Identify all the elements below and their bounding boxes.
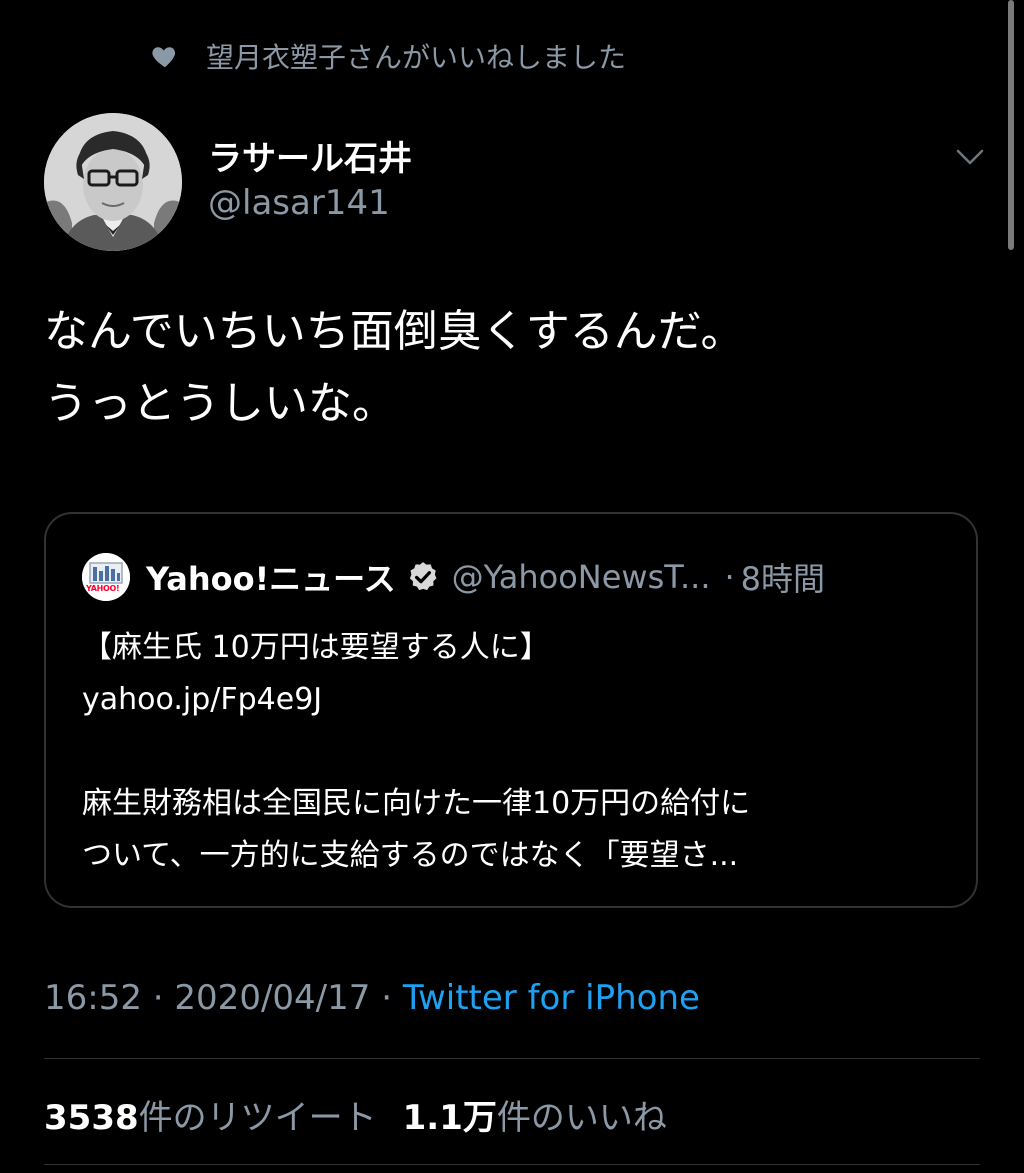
quoted-body-line: 麻生財務相は全国民に向けた一律10万円の給付に [82, 786, 751, 821]
yahoo-logo-text: YAHOO! [86, 584, 120, 593]
quoted-body-link[interactable]: yahoo.jp/Fp4e9J [82, 674, 952, 726]
scrollbar[interactable] [1008, 0, 1014, 250]
likes-label: 件のいいね [496, 1098, 667, 1138]
quoted-body-line [82, 726, 952, 778]
tweet-text: なんでいちいち面倒臭くするんだ。 うっとうしいな。 [44, 296, 974, 440]
meta-separator: · [152, 978, 164, 1018]
author-name[interactable]: ラサール石井 [208, 131, 412, 180]
quoted-tweet-time: 8時間 [740, 560, 826, 598]
quoted-tweet-header: YAHOO! Yahoo!ニュース @YahooNewsT... · 8時間 [82, 550, 825, 604]
retweets-label: 件のリツイート [138, 1098, 377, 1138]
verified-badge-icon [409, 562, 437, 591]
heart-icon [152, 47, 176, 68]
social-context[interactable]: 望月衣塑子さんがいいねしました [150, 34, 626, 78]
author-handle[interactable]: @lasar141 [208, 183, 390, 223]
tweet-source-link[interactable]: Twitter for iPhone [403, 978, 700, 1018]
avatar-portrait [44, 113, 182, 251]
meta-separator: · [381, 978, 393, 1018]
quoted-separator: · [724, 558, 735, 596]
author-avatar[interactable] [44, 113, 182, 251]
divider [44, 1058, 980, 1059]
social-context-text: 望月衣塑子さんがいいねしました [206, 41, 627, 74]
quoted-tweet-card[interactable]: YAHOO! Yahoo!ニュース @YahooNewsT... · 8時間 【… [44, 512, 978, 908]
tweet-text-line: なんでいちいち面倒臭くするんだ。 [44, 306, 745, 357]
yahoo-news-logo-icon [82, 553, 130, 601]
tweet-meta: 16:52 · 2020/04/17 · Twitter for iPhone [44, 978, 700, 1018]
quoted-body-line: ついて、一方的に支給するのではなく「要望さ... [82, 838, 739, 873]
tweet-text-line: うっとうしいな。 [44, 378, 396, 429]
quoted-tweet-body: 【麻生氏 10万円は要望する人に】 yahoo.jp/Fp4e9J 麻生財務相は… [82, 622, 952, 882]
tweet-stats: 3538件のリツイート 1.1万件のいいね [44, 1090, 667, 1139]
chevron-down-icon[interactable] [953, 142, 987, 170]
quoted-account-avatar: YAHOO! [82, 553, 130, 601]
tweet-date: 2020/04/17 [174, 978, 371, 1018]
likes-count: 1.1万 [402, 1098, 497, 1138]
quoted-body-line: 【麻生氏 10万円は要望する人に】 [82, 630, 550, 665]
tweet-time: 16:52 [44, 978, 142, 1018]
retweets-stat[interactable]: 3538件のリツイート [44, 1098, 377, 1138]
retweets-count: 3538 [44, 1098, 139, 1138]
quoted-account-name: Yahoo!ニュース [146, 560, 396, 598]
divider [44, 1164, 980, 1165]
quoted-account-handle: @YahooNewsT... [451, 558, 711, 596]
likes-stat[interactable]: 1.1万件のいいね [403, 1098, 667, 1138]
